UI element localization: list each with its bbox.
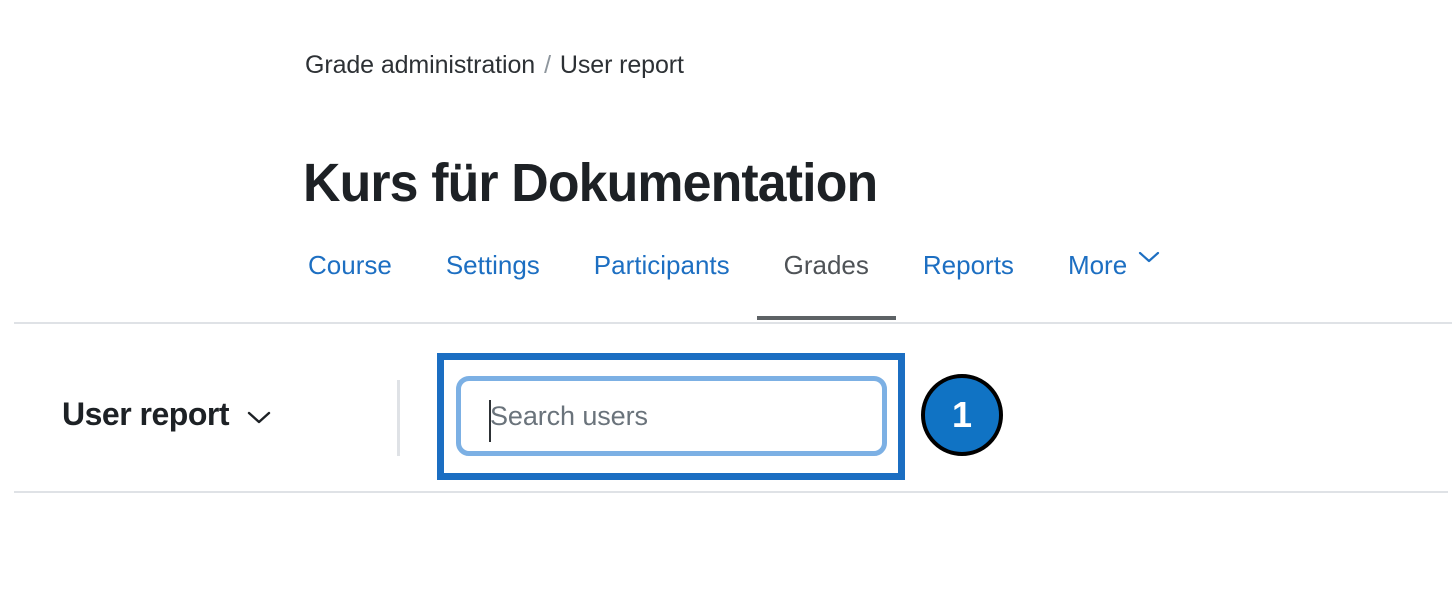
report-selector[interactable]: User report <box>62 392 271 436</box>
breadcrumb-item-user-report[interactable]: User report <box>560 51 684 79</box>
tab-grades[interactable]: Grades <box>756 243 897 320</box>
breadcrumb: Grade administration / User report <box>305 48 684 82</box>
tab-course-label: Course <box>308 250 392 280</box>
vertical-divider <box>397 380 400 456</box>
step-badge-number: 1 <box>951 394 973 435</box>
nav-bottom-divider <box>14 322 1452 324</box>
course-nav-tabs: Course Settings Participants Grades Repo… <box>303 243 1187 325</box>
tab-grades-label: Grades <box>783 250 869 280</box>
chevron-down-icon[interactable] <box>247 410 271 425</box>
tab-reports[interactable]: Reports <box>896 243 1041 320</box>
tab-course[interactable]: Course <box>303 243 419 320</box>
content-top-divider <box>14 491 1448 493</box>
search-input[interactable]: Search users <box>456 376 887 456</box>
tab-participants-label: Participants <box>593 250 730 280</box>
report-selector-label: User report <box>62 396 230 432</box>
tab-more[interactable]: More <box>1041 243 1187 320</box>
chevron-down-icon <box>1138 250 1160 264</box>
breadcrumb-separator: / <box>544 51 551 79</box>
step-badge: 1 <box>921 374 1003 456</box>
tab-settings-label: Settings <box>445 250 540 280</box>
breadcrumb-item-grade-administration[interactable]: Grade administration <box>305 51 535 79</box>
text-cursor <box>489 400 491 442</box>
tab-settings[interactable]: Settings <box>419 243 567 320</box>
tab-reports-label: Reports <box>922 250 1014 280</box>
page-title: Kurs für Dokumentation <box>303 153 878 214</box>
tab-participants[interactable]: Participants <box>567 243 757 320</box>
tab-more-label: More <box>1067 250 1128 280</box>
